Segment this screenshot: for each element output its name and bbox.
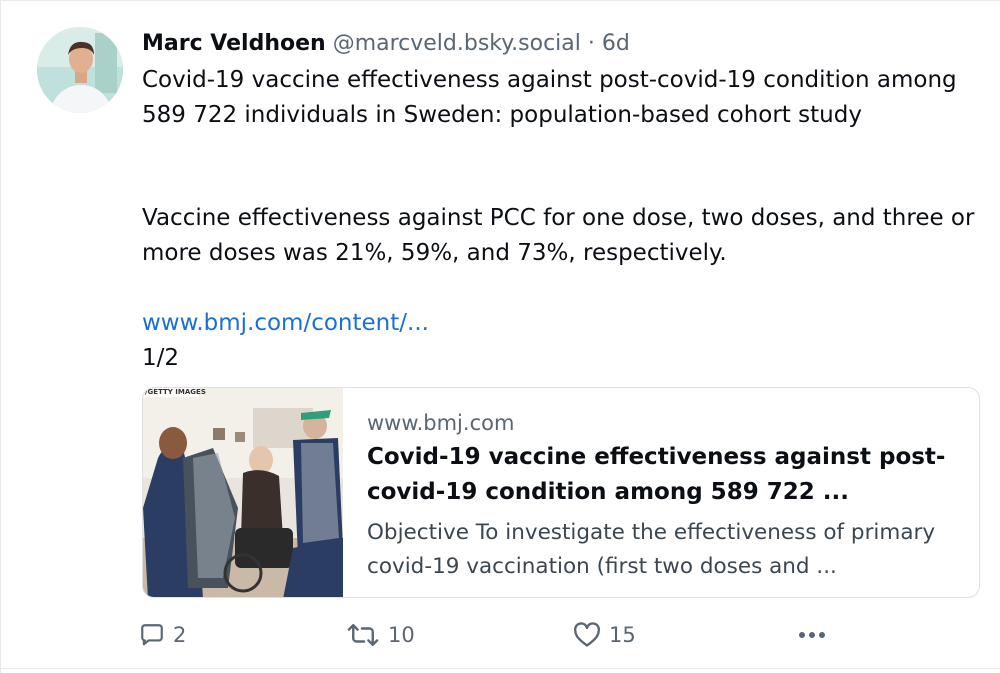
link-preview-title: Covid-19 vaccine effectiveness against p… [367,444,946,505]
repost-arrows-icon [346,622,380,648]
post-header: Marc Veldhoen @marcveld.bsky.social · 6d [142,29,630,59]
link-preview-description: Objective To investigate the effectivene… [367,520,936,579]
post-text-paragraph-2: Vaccine effectiveness against PCC for on… [142,205,975,266]
like-count: 15 [609,623,636,647]
image-credit: /GETTY IMAGES [145,388,206,396]
speech-bubble-icon [139,622,165,648]
post[interactable]: Marc Veldhoen @marcveld.bsky.social · 6d… [0,0,1000,673]
post-divider [1,668,1000,669]
post-timestamp[interactable]: 6d [602,31,630,56]
post-text-paragraph-1: Covid-19 vaccine effectiveness against p… [142,67,957,128]
author-handle[interactable]: @marcveld.bsky.social [333,31,581,56]
avatar-image [37,27,123,113]
post-actions: 2 10 15 [139,617,839,653]
author-name[interactable]: Marc Veldhoen [142,31,326,56]
repost-count: 10 [388,623,415,647]
repost-button[interactable]: 10 [346,617,415,653]
thread-counter: 1/2 [142,345,180,371]
reply-count: 2 [173,623,187,647]
more-options-button[interactable] [797,617,827,653]
link-preview-domain: www.bmj.com [367,411,515,435]
link-preview-thumbnail: /GETTY IMAGES [143,388,343,597]
post-link[interactable]: www.bmj.com/content/... [142,306,987,341]
link-preview-card[interactable]: /GETTY IMAGES www.bmj.com Covid-19 vacci… [142,387,980,598]
avatar[interactable] [37,27,123,113]
separator-dot: · [587,31,595,56]
reply-button[interactable]: 2 [139,617,186,653]
like-button[interactable]: 15 [573,617,636,653]
heart-icon [573,622,601,648]
ellipsis-icon [797,630,827,640]
